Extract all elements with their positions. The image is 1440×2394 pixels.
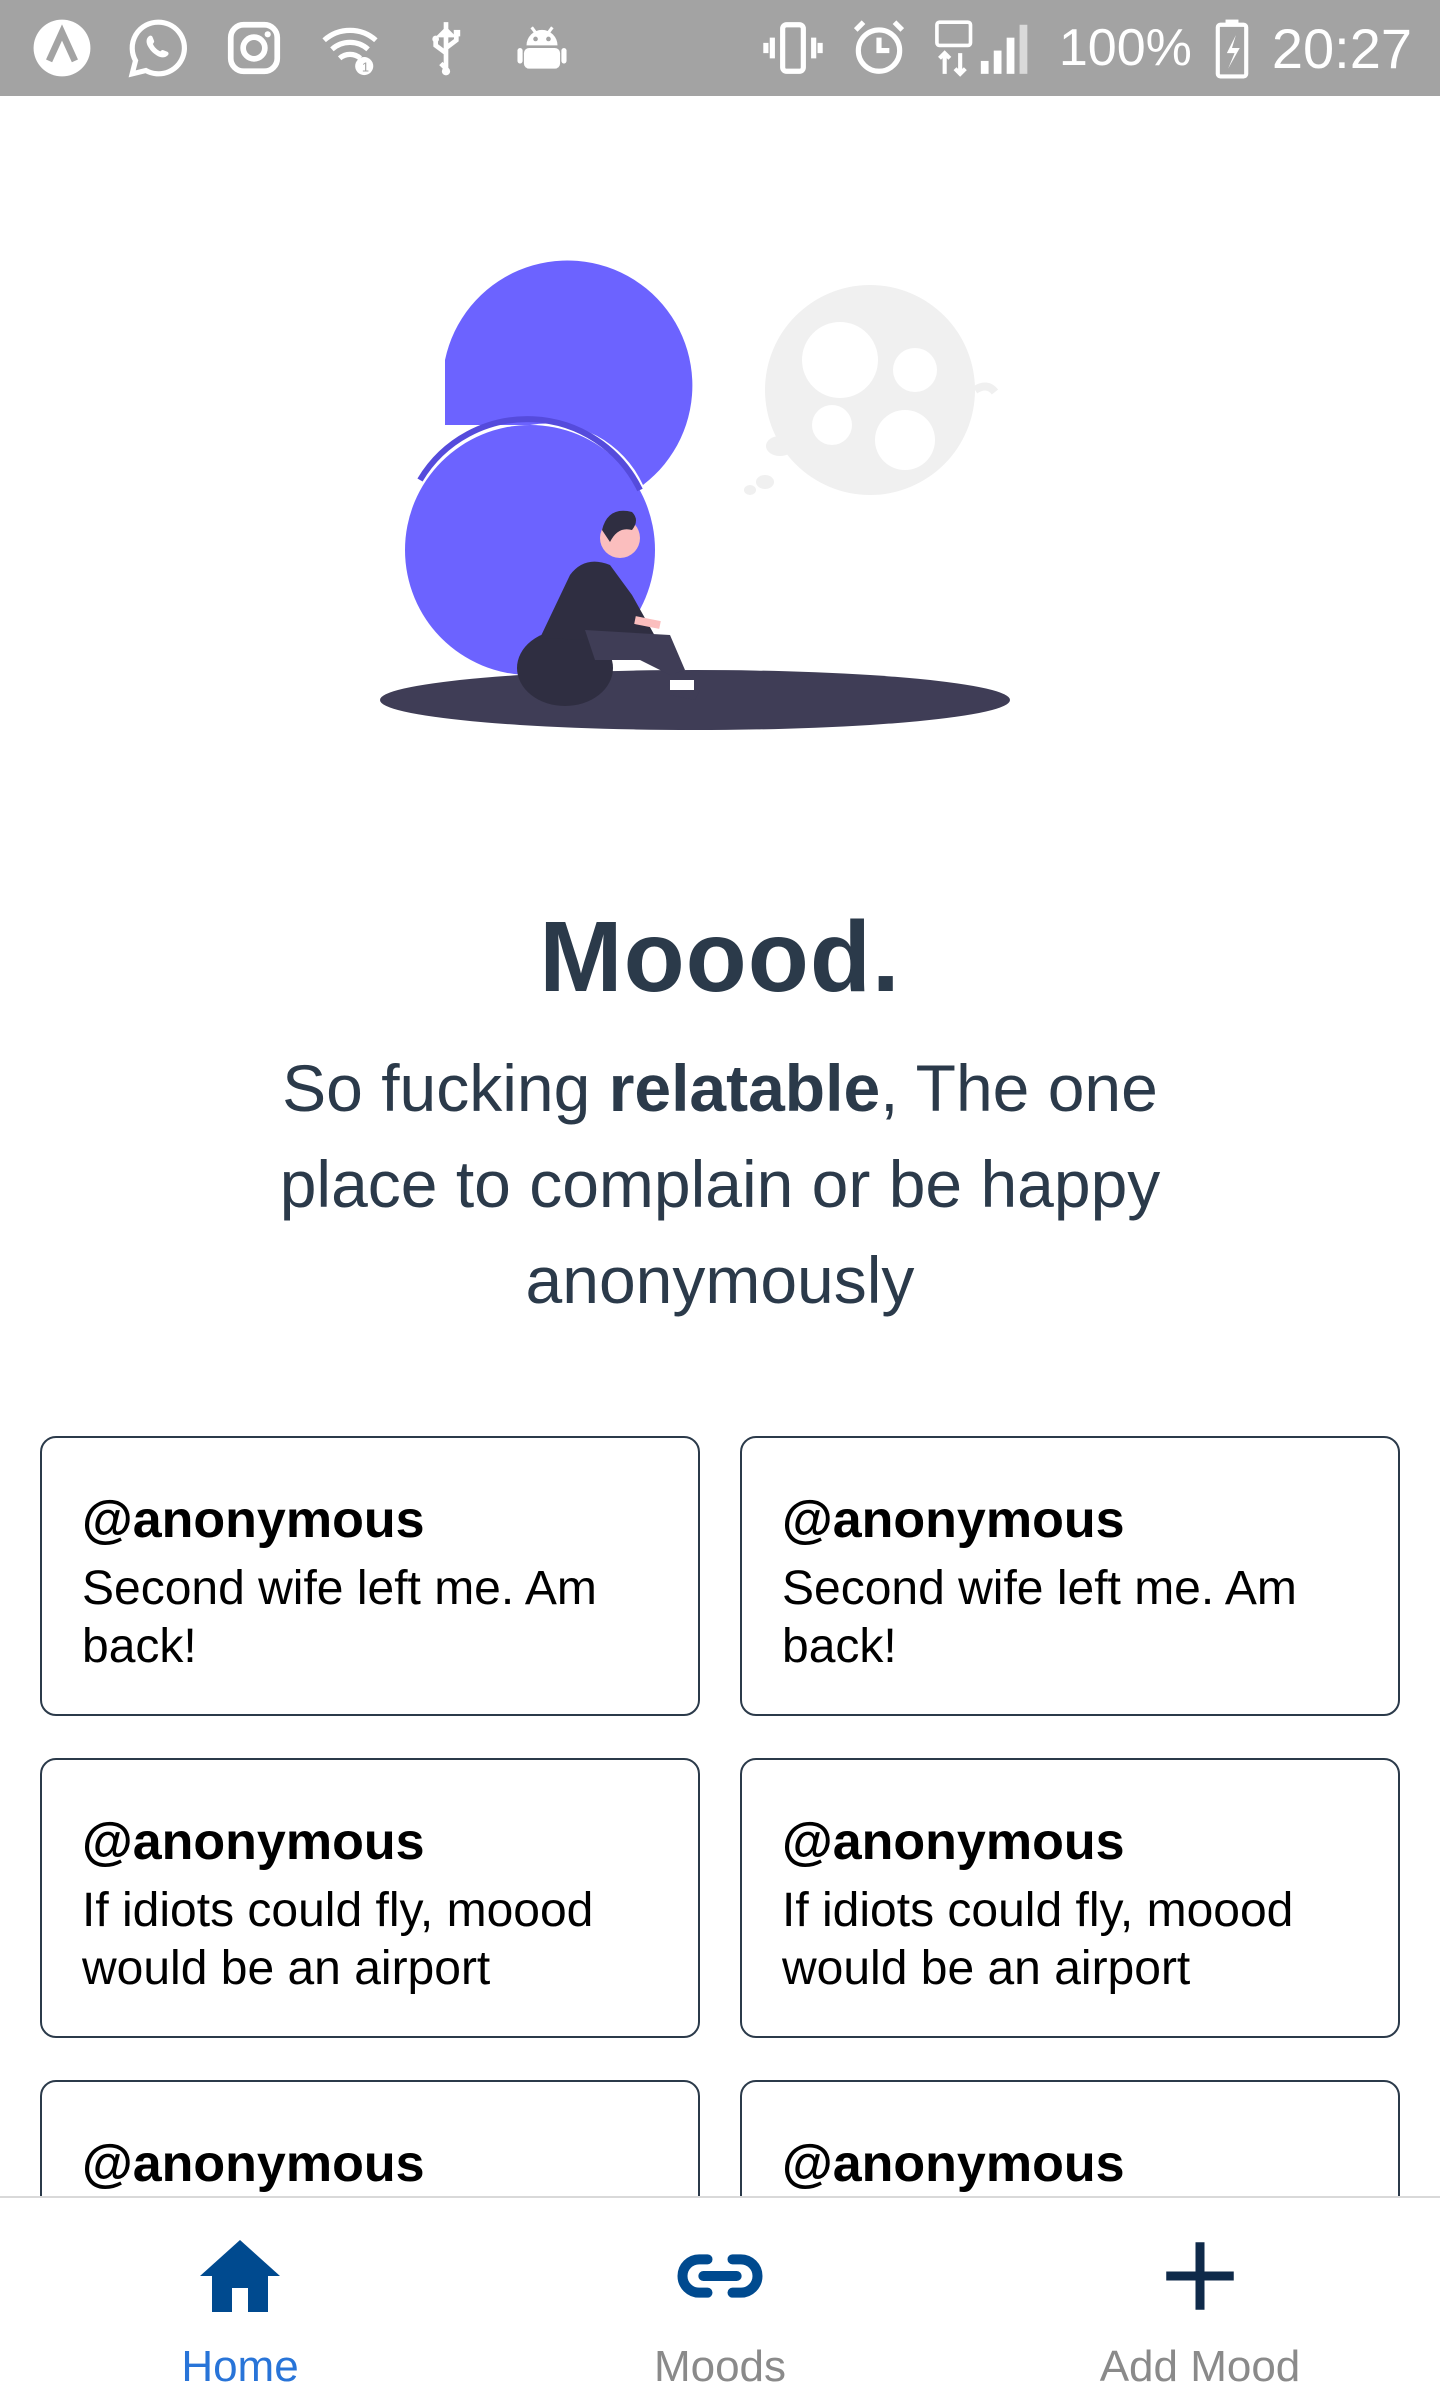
wifi-icon: 1 xyxy=(316,14,384,82)
tab-add-mood[interactable]: Add Mood xyxy=(960,2198,1440,2394)
tagline: So fucking relatable, The one place to c… xyxy=(220,1040,1220,1328)
mood-user: @anonymous xyxy=(82,1491,425,1549)
tagline-start: So fucking xyxy=(282,1051,609,1125)
moods-grid: @anonymous Second wife left me. Am back!… xyxy=(40,1436,1400,2196)
mood-user: @anonymous xyxy=(82,2135,425,2193)
app-title: Moood. xyxy=(539,901,901,1013)
mood-text: Second wife left me. Am back! xyxy=(782,1562,1297,1673)
battery-charging-icon xyxy=(1210,14,1254,82)
hero-illustration xyxy=(380,260,1010,730)
home-icon xyxy=(190,2226,290,2326)
signal-icon xyxy=(931,14,1041,82)
tab-moods-label: Moods xyxy=(653,2342,787,2391)
tab-home[interactable]: Home xyxy=(0,2198,480,2394)
clock: 20:27 xyxy=(1271,16,1412,80)
mood-user: @anonymous xyxy=(782,1491,1125,1549)
mood-card[interactable]: @anonymous Second wife left me. Am back! xyxy=(40,1436,700,1716)
plus-icon xyxy=(1150,2226,1250,2326)
mood-user: @anonymous xyxy=(782,1813,1125,1871)
tagline-emphasis: relatable xyxy=(608,1051,881,1125)
mood-card[interactable]: @anonymous xyxy=(40,2080,700,2196)
alarm-icon xyxy=(845,14,913,82)
mood-card[interactable]: @anonymous Second wife left me. Am back! xyxy=(740,1436,1400,1716)
battery-percent: 100% xyxy=(1058,19,1192,77)
status-bar: 1 100% 20:27 xyxy=(0,0,1440,96)
usb-icon xyxy=(412,14,480,82)
mood-text: If idiots could fly, moood would be an a… xyxy=(82,1884,594,1995)
svg-text:1: 1 xyxy=(362,59,369,74)
android-debug-icon xyxy=(508,14,576,82)
vibrate-icon xyxy=(759,14,827,82)
app-icon xyxy=(28,14,96,82)
mood-card[interactable]: @anonymous If idiots could fly, moood wo… xyxy=(40,1758,700,2038)
tab-moods[interactable]: Moods xyxy=(480,2198,960,2394)
mood-card[interactable]: @anonymous If idiots could fly, moood wo… xyxy=(740,1758,1400,2038)
tab-home-label: Home xyxy=(181,2342,299,2391)
tab-add-mood-label: Add Mood xyxy=(1099,2342,1301,2391)
bottom-navigation: Home Moods Add Mood xyxy=(0,2196,1440,2394)
mood-card[interactable]: @anonymous xyxy=(740,2080,1400,2196)
mood-text: If idiots could fly, moood would be an a… xyxy=(782,1884,1294,1995)
link-icon xyxy=(670,2226,770,2326)
mood-user: @anonymous xyxy=(82,1813,425,1871)
mood-user: @anonymous xyxy=(782,2135,1125,2193)
mood-text: Second wife left me. Am back! xyxy=(82,1562,597,1673)
instagram-icon xyxy=(220,14,288,82)
whatsapp-icon xyxy=(124,14,192,82)
